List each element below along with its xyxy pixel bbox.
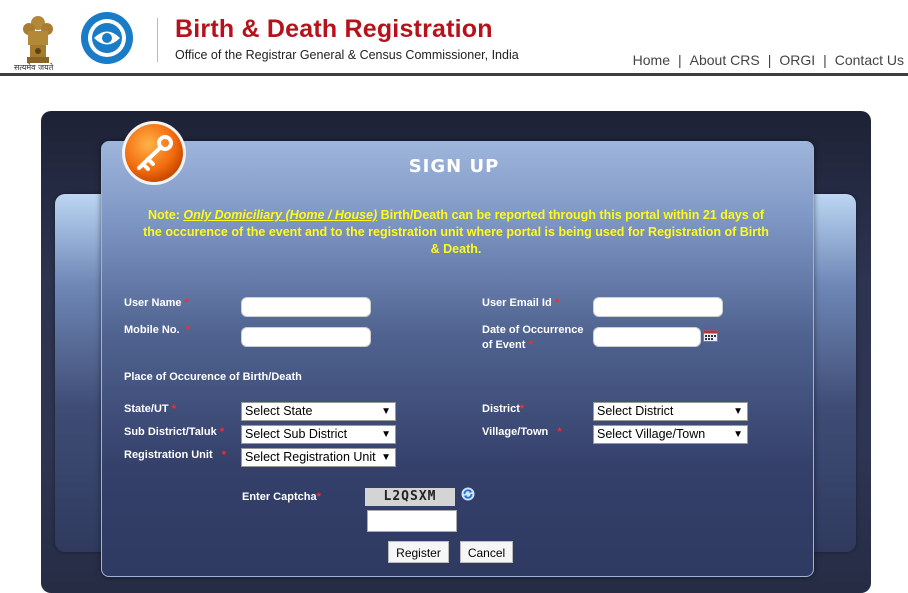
village-town-label: Village/Town * [482, 426, 562, 438]
nav-separator: | [678, 52, 682, 68]
captcha-input[interactable] [367, 510, 457, 532]
refresh-icon[interactable] [461, 487, 475, 501]
nav-separator: | [767, 52, 772, 68]
chevron-down-icon: ▼ [381, 406, 391, 417]
user-email-input[interactable] [593, 297, 723, 317]
header-divider [157, 18, 158, 62]
chevron-down-icon: ▼ [733, 429, 743, 440]
nav-home-link[interactable]: Home [633, 52, 670, 68]
district-label: District* [482, 403, 525, 415]
district-select[interactable]: Select District ▼ [593, 402, 748, 421]
captcha-image: L2QSXM [365, 488, 455, 506]
site-header: सत्यमेव जयते Birth & Death Registration … [0, 0, 908, 76]
chevron-down-icon: ▼ [381, 452, 391, 463]
note-highlight: Only Domiciliary (Home / House) [183, 208, 378, 222]
date-of-event-input[interactable] [593, 327, 701, 347]
registration-unit-label: Registration Unit * [124, 449, 227, 461]
sub-district-select[interactable]: Select Sub District ▼ [241, 425, 396, 444]
site-subtitle: Office of the Registrar General & Census… [175, 48, 519, 62]
emblem-caption: सत्यमेव जयते [14, 63, 54, 72]
sub-district-label: Sub District/Taluk * [124, 426, 225, 438]
captcha-label: Enter Captcha* [242, 491, 321, 503]
site-title: Birth & Death Registration [175, 15, 493, 43]
state-label: State/UT * [124, 403, 176, 415]
nav-about-crs-link[interactable]: About CRS [690, 52, 760, 68]
user-name-input[interactable] [241, 297, 371, 317]
crs-logo-icon [81, 12, 133, 64]
nav-orgi-link[interactable]: ORGI [779, 52, 815, 68]
mobile-label: Mobile No. * [124, 324, 191, 336]
village-town-select[interactable]: Select Village/Town ▼ [593, 425, 748, 444]
top-navigation: Home | About CRS | ORGI | Contact Us [633, 52, 904, 68]
registration-unit-select[interactable]: Select Registration Unit ▼ [241, 448, 396, 467]
state-select[interactable]: Select State ▼ [241, 402, 396, 421]
note-prefix: Note: [147, 208, 184, 222]
place-of-occurrence-heading: Place of Occurence of Birth/Death [124, 371, 302, 383]
nav-separator: | [823, 52, 827, 68]
user-email-label: User Email Id * [482, 297, 560, 309]
chevron-down-icon: ▼ [733, 406, 743, 417]
signup-heading: SIGN UP [408, 156, 500, 177]
chevron-down-icon: ▼ [381, 429, 391, 440]
nav-contact-us-link[interactable]: Contact Us [835, 52, 904, 68]
date-of-event-label: Date of Occurrence of Event * [482, 324, 584, 351]
calendar-icon[interactable] [703, 330, 718, 342]
portal-note: Note: Only Domiciliary (Home / House) Bi… [138, 207, 774, 258]
register-button[interactable]: Register [388, 541, 449, 563]
cancel-button[interactable]: Cancel [460, 541, 513, 563]
header-bottom-border [0, 73, 908, 76]
user-name-label: User Name * [124, 297, 189, 309]
mobile-input[interactable] [241, 327, 371, 347]
